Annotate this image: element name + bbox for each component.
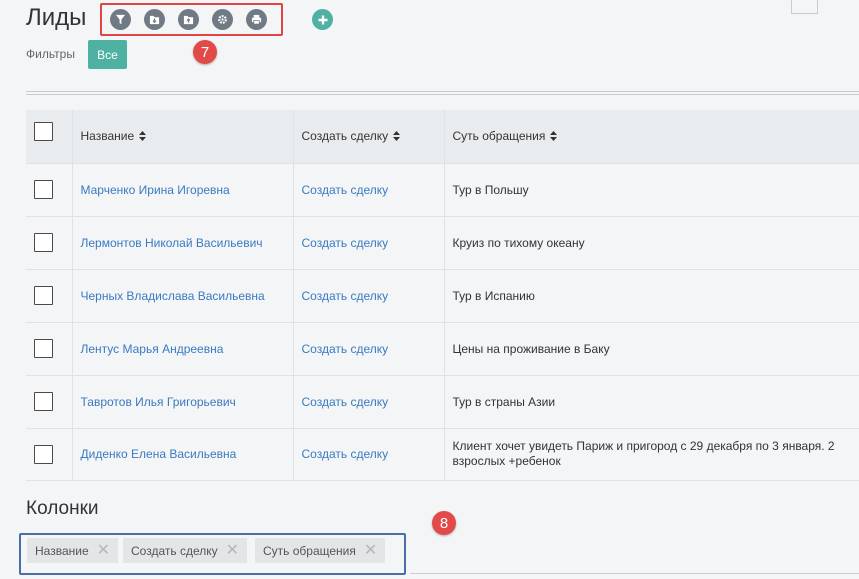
print-button[interactable] [246, 9, 267, 30]
create-deal-link[interactable]: Создать сделку [302, 447, 389, 461]
column-header-create-deal[interactable]: Создать сделку [293, 110, 445, 164]
row-check-cell [26, 269, 73, 323]
columns-section-title: Колонки [26, 498, 99, 519]
column-header-label: Название [80, 129, 135, 144]
subject-cell: Тур в Испанию [444, 269, 859, 323]
filter-icon [115, 14, 126, 25]
column-chip-label: Название [35, 543, 89, 558]
page-title: Лиды [26, 4, 87, 31]
folder-upload-icon [183, 15, 194, 25]
gear-icon [218, 15, 227, 24]
leads-table: Название Создать сделку Суть обращения М… [26, 110, 859, 481]
column-chip[interactable]: Суть обращения ✕ [255, 538, 386, 563]
divider [410, 573, 859, 574]
subject-cell: Тур в Польшу [444, 163, 859, 217]
table-row: Тавротов Илья Григорьевич Создать сделку… [26, 375, 859, 429]
lead-name-link[interactable]: Тавротов Илья Григорьевич [81, 395, 236, 409]
create-deal-cell: Создать сделку [293, 163, 445, 217]
filter-all-button[interactable]: Все [88, 40, 127, 69]
table-row: Черных Владислава Васильевна Создать сде… [26, 269, 859, 323]
divider [26, 91, 859, 92]
row-check-cell [26, 428, 73, 481]
sort-icon [550, 131, 558, 142]
column-chip-label: Суть обращения [263, 543, 356, 558]
sort-icon [139, 131, 147, 142]
settings-button[interactable] [212, 9, 233, 30]
filters-label: Фильтры [26, 47, 75, 61]
table-row: Лентус Марья Андреевна Создать сделку Це… [26, 322, 859, 376]
lead-name-link[interactable]: Лентус Марья Андреевна [81, 342, 224, 356]
subject-cell: Круиз по тихому океану [444, 216, 859, 270]
table-header-row: Название Создать сделку Суть обращения [26, 110, 859, 164]
subject-cell: Клиент хочет увидеть Париж и пригород с … [444, 428, 859, 481]
lead-name-cell: Черных Владислава Васильевна [72, 269, 294, 323]
create-deal-link[interactable]: Создать сделку [302, 395, 389, 409]
remove-icon[interactable]: ✕ [364, 542, 377, 559]
row-check-cell [26, 322, 73, 376]
column-chip[interactable]: Название ✕ [27, 538, 119, 563]
lead-name-link[interactable]: Диденко Елена Васильевна [81, 447, 237, 461]
plus-icon [318, 15, 327, 24]
import-button[interactable] [144, 9, 165, 30]
column-header-label: Создать сделку [301, 129, 389, 144]
lead-name-cell: Марченко Ирина Игоревна [72, 163, 294, 217]
table-row: Марченко Ирина Игоревна Создать сделку Т… [26, 163, 859, 217]
corner-frame [791, 0, 818, 14]
create-deal-link[interactable]: Создать сделку [302, 342, 389, 356]
lead-name-link[interactable]: Марченко Ирина Игоревна [81, 183, 230, 197]
subject-cell: Тур в страны Азии [444, 375, 859, 429]
row-checkbox[interactable] [34, 444, 53, 464]
annotation-badge-7: 7 [193, 40, 217, 64]
row-checkbox[interactable] [34, 286, 53, 305]
subject-cell: Цены на проживание в Баку [444, 322, 859, 376]
row-checkbox[interactable] [34, 339, 53, 358]
create-deal-link[interactable]: Создать сделку [302, 289, 389, 303]
lead-name-cell: Лермонтов Николай Васильевич [72, 216, 294, 270]
lead-name-cell: Лентус Марья Андреевна [72, 322, 294, 376]
row-check-cell [26, 216, 73, 270]
create-deal-cell: Создать сделку [293, 216, 445, 270]
create-deal-cell: Создать сделку [293, 269, 445, 323]
remove-icon[interactable]: ✕ [97, 542, 110, 559]
lead-name-link[interactable]: Лермонтов Николай Васильевич [81, 236, 263, 250]
lead-name-cell: Тавротов Илья Григорьевич [72, 375, 294, 429]
column-header-subject[interactable]: Суть обращения [444, 110, 859, 164]
column-chip[interactable]: Создать сделку ✕ [123, 538, 248, 563]
divider [26, 94, 859, 95]
create-deal-cell: Создать сделку [293, 428, 445, 481]
folder-download-icon [149, 15, 160, 25]
create-deal-link[interactable]: Создать сделку [302, 183, 389, 197]
print-icon [251, 14, 262, 25]
lead-name-cell: Диденко Елена Васильевна [72, 428, 294, 481]
row-checkbox[interactable] [34, 392, 53, 411]
create-deal-cell: Создать сделку [293, 322, 445, 376]
remove-icon[interactable]: ✕ [226, 542, 239, 559]
select-all-checkbox[interactable] [34, 121, 53, 141]
row-check-cell [26, 163, 73, 217]
sort-icon [393, 131, 401, 142]
column-header-name[interactable]: Название [72, 110, 294, 164]
export-button[interactable] [178, 9, 199, 30]
row-check-cell [26, 375, 73, 429]
table-row: Диденко Елена Васильевна Создать сделку … [26, 428, 859, 481]
table-row: Лермонтов Николай Васильевич Создать сде… [26, 216, 859, 270]
column-chip-label: Создать сделку [131, 543, 218, 558]
select-all-cell [26, 110, 73, 164]
add-lead-button[interactable] [312, 9, 333, 30]
row-checkbox[interactable] [34, 180, 53, 199]
row-checkbox[interactable] [34, 233, 53, 252]
create-deal-link[interactable]: Создать сделку [302, 236, 389, 250]
lead-name-link[interactable]: Черных Владислава Васильевна [81, 289, 265, 303]
column-header-label: Суть обращения [452, 129, 546, 144]
create-deal-cell: Создать сделку [293, 375, 445, 429]
annotation-badge-8: 8 [432, 511, 456, 535]
filter-button[interactable] [110, 9, 131, 30]
